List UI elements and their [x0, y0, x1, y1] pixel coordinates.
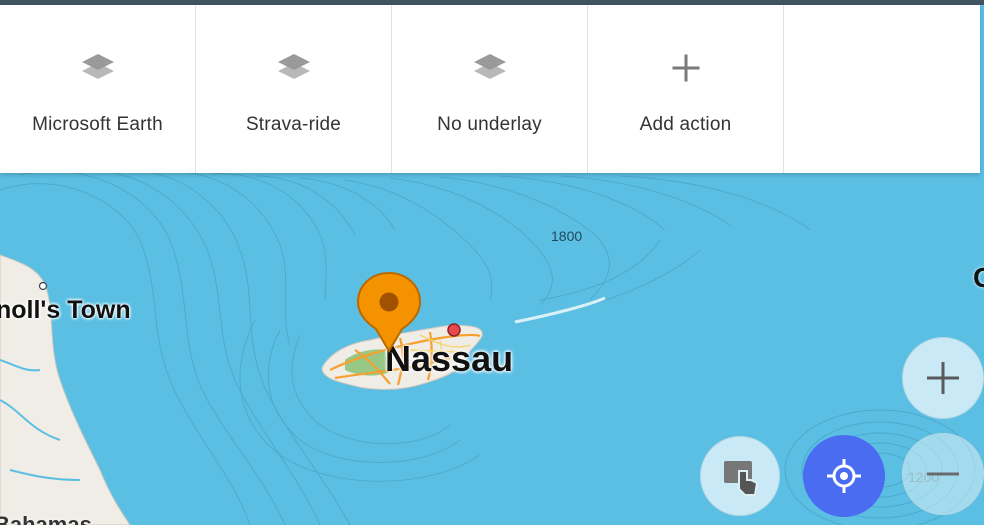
layers-icon: [470, 48, 510, 88]
quick-action-label: Add action: [639, 114, 732, 135]
quick-action-empty-slot: [784, 5, 980, 173]
quick-action-label: No underlay: [437, 114, 542, 135]
quick-action-microsoft-earth[interactable]: Microsoft Earth: [0, 5, 196, 173]
add-action-button[interactable]: Add action: [588, 5, 784, 173]
region-label: Bahamas: [0, 512, 92, 525]
edge-label: C: [973, 262, 984, 293]
map-mode-button[interactable]: [700, 436, 780, 516]
map-screen: 1800 1200 noll's Town Bahamas C Nassau M…: [0, 0, 984, 525]
plus-icon: [927, 362, 959, 394]
layers-icon: [78, 48, 118, 88]
depth-label: 1800: [551, 228, 583, 244]
quick-action-strava-ride[interactable]: Strava-ride: [196, 5, 392, 173]
minus-icon: [927, 472, 959, 476]
my-location-button[interactable]: [803, 435, 885, 517]
quick-action-no-underlay[interactable]: No underlay: [392, 5, 588, 173]
my-location-icon: [827, 459, 861, 493]
touch-hand-icon: [724, 461, 759, 496]
zoom-out-button[interactable]: [902, 433, 984, 515]
quick-action-label: Strava-ride: [245, 114, 342, 135]
zoom-in-button[interactable]: [902, 337, 984, 419]
layers-icon: [274, 48, 314, 88]
quick-action-panel: Microsoft Earth Strava-ride No underlay: [0, 5, 980, 173]
town-dot: [38, 281, 48, 291]
quick-action-label: Microsoft Earth: [32, 114, 163, 135]
plus-icon: [666, 48, 706, 88]
town-label: noll's Town: [0, 296, 131, 324]
poi-dot: [447, 323, 461, 337]
location-pin-icon[interactable]: [356, 271, 422, 353]
